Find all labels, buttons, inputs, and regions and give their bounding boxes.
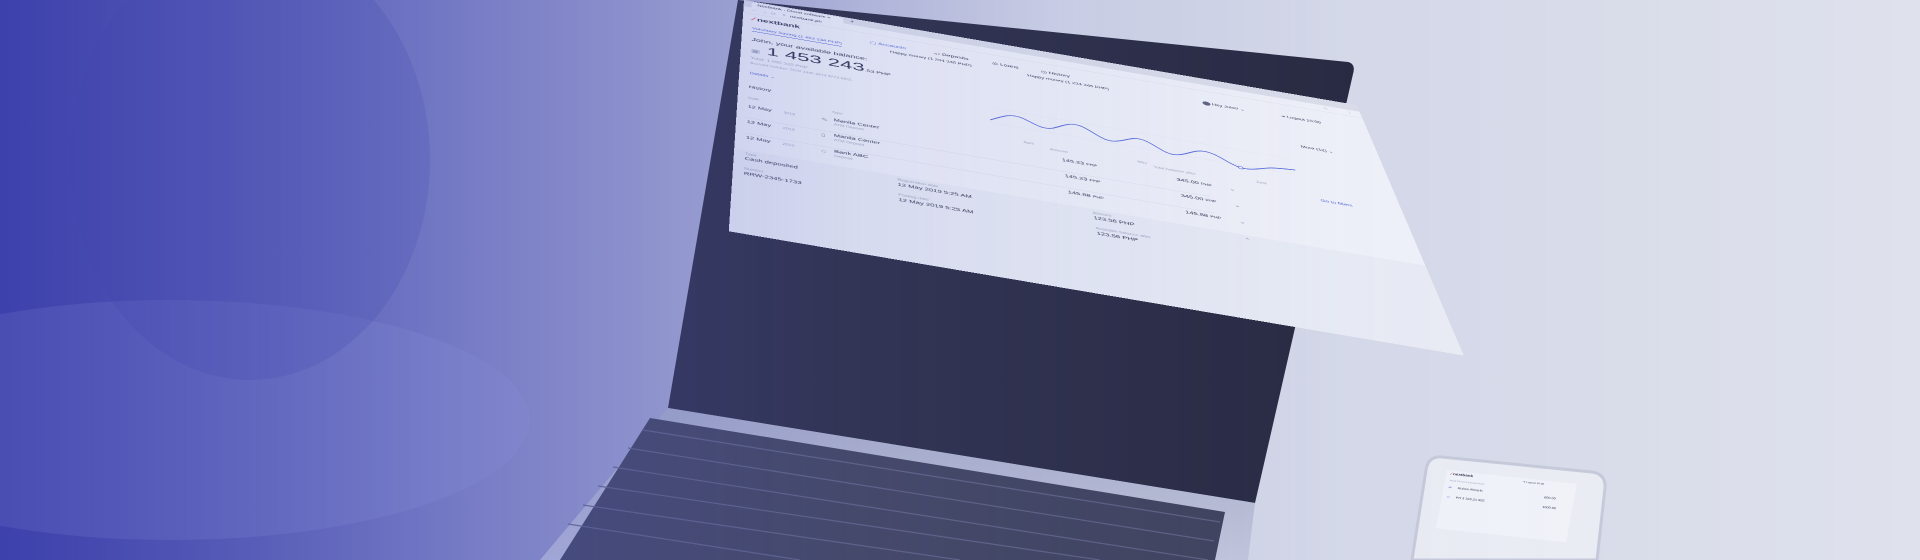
- chevron-down-icon: ⌄: [1239, 108, 1246, 112]
- logout-button[interactable]: ⇥ Logout 10:00: [1279, 114, 1322, 125]
- row-balance-value: 345.00: [1176, 177, 1200, 186]
- row-date: 12 May: [745, 135, 771, 144]
- phone-row-title: Ruben Almarlo: [1457, 486, 1483, 493]
- atm-icon: ▯: [821, 132, 826, 138]
- nav-loans-label: Loans: [999, 63, 1019, 70]
- details-link[interactable]: Details ⌄: [749, 71, 775, 79]
- card-icon: ▭: [1446, 495, 1451, 499]
- row-date: 12 May: [747, 104, 772, 113]
- phone-logout-button[interactable]: ⇥ Logout 10:00: [1523, 480, 1545, 485]
- history-date-header: Date: [748, 96, 760, 102]
- nav-history-label: History: [1048, 71, 1071, 79]
- nav-loans[interactable]: ◎ Loans: [991, 61, 1019, 70]
- bank-icon: ⌂: [821, 147, 827, 154]
- coins-icon: ◎: [991, 61, 999, 67]
- chevron-down-icon[interactable]: ⌄: [1238, 219, 1247, 225]
- row-year: 2019: [782, 142, 795, 148]
- chevron-down-icon: ⌄: [769, 75, 776, 80]
- phone-logo[interactable]: ⁄ nextbank: [1451, 473, 1474, 479]
- atm-icon: ✎: [821, 116, 829, 123]
- chevron-down-icon: ⌄: [1327, 150, 1335, 155]
- chart-x-label-may: May: [1136, 160, 1148, 166]
- row-balance-unit: PHP: [1209, 215, 1222, 221]
- row-balance: 345.00 PHP: [1176, 178, 1212, 188]
- phone-section-title: Most Recent transactions: [1449, 478, 1485, 486]
- history-title: History: [748, 85, 772, 93]
- row-balance-value: 145.88: [1184, 210, 1209, 219]
- reload-icon[interactable]: ⟳: [771, 12, 777, 16]
- chart-selected-point[interactable]: [1238, 166, 1243, 169]
- row-year: 2019: [782, 126, 795, 132]
- chevron-down-icon[interactable]: ⌄: [1228, 186, 1237, 192]
- phone-logout-label: Logout: [1525, 480, 1536, 485]
- logout-label: Logout: [1286, 115, 1306, 122]
- back-arrow-icon[interactable]: ←: [751, 8, 758, 12]
- row-date: 12 May: [746, 120, 772, 128]
- browser-menu-icon[interactable]: ⋮: [1346, 110, 1354, 115]
- phone-row-title: PH 3 345,21 855: [1455, 496, 1485, 503]
- user-menu[interactable]: Hey John! ⌄: [1201, 100, 1246, 112]
- chevron-down-icon[interactable]: ⌄: [1233, 202, 1242, 208]
- phone-logo-text: nextbank: [1452, 472, 1474, 479]
- row-year: 2019: [783, 111, 796, 117]
- row-amount-unit: PHP: [1092, 195, 1105, 201]
- row-balance-value: 345.00: [1180, 193, 1205, 202]
- row-amount-unit: PHP: [1089, 178, 1101, 185]
- detail-number-value: RRW-2345-1733: [743, 171, 802, 186]
- detail-amount-value: 123.56 PHP: [1093, 216, 1136, 228]
- history-amount-header: Amount: [1049, 147, 1069, 155]
- row-amount-value: 145.23: [1064, 174, 1088, 182]
- row-amount-value: 145.88: [1067, 190, 1092, 199]
- period-select[interactable]: More (12) ⌄: [1300, 145, 1334, 154]
- card-icon: ▭: [933, 51, 941, 57]
- avatar: [1201, 100, 1211, 107]
- balance-amount-fraction: .53 PHP: [864, 69, 891, 77]
- clock-icon: ◷: [1040, 70, 1048, 75]
- nav-accounts[interactable]: ▢ Accounts: [870, 40, 906, 50]
- transfer-icon: ⇄: [1448, 485, 1452, 490]
- wallet-icon: ▢: [869, 40, 877, 46]
- session-timer: 10:00: [1305, 119, 1322, 125]
- forward-arrow-icon[interactable]: →: [761, 10, 768, 14]
- balance-wallet-icon: ▣: [750, 48, 761, 56]
- chart-x-label-april: April: [1023, 140, 1035, 146]
- phone-session-timer: 10:00: [1536, 481, 1545, 486]
- star-icon[interactable]: ☆: [1322, 106, 1329, 111]
- chevron-up-icon[interactable]: ⌃: [1243, 237, 1252, 244]
- phone-row-amount: 1000.00: [1541, 505, 1557, 511]
- row-balance-unit: PHP: [1200, 182, 1213, 188]
- lock-icon: ●: [782, 13, 786, 17]
- detail-posting-value: 12 May 2019 5:25 AM: [898, 197, 974, 215]
- phone-row-amount: 600.00: [1543, 496, 1556, 501]
- row-amount-unit: PHP: [1086, 162, 1098, 169]
- period-select-label: More (12): [1300, 145, 1328, 153]
- new-tab-button[interactable]: +: [850, 19, 855, 24]
- logout-icon: ⇥: [1279, 114, 1286, 119]
- details-link-label: Details: [749, 71, 769, 79]
- row-amount-value: 145.23: [1061, 158, 1085, 166]
- user-greeting: Hey John!: [1211, 103, 1239, 111]
- logo-mark-icon: ⁄: [752, 16, 755, 23]
- row-balance-unit: PHP: [1205, 198, 1218, 204]
- nav-accounts-label: Accounts: [877, 42, 907, 51]
- row-amount: 145.23 PHP: [1062, 158, 1098, 168]
- history-type-header: Type: [831, 110, 843, 116]
